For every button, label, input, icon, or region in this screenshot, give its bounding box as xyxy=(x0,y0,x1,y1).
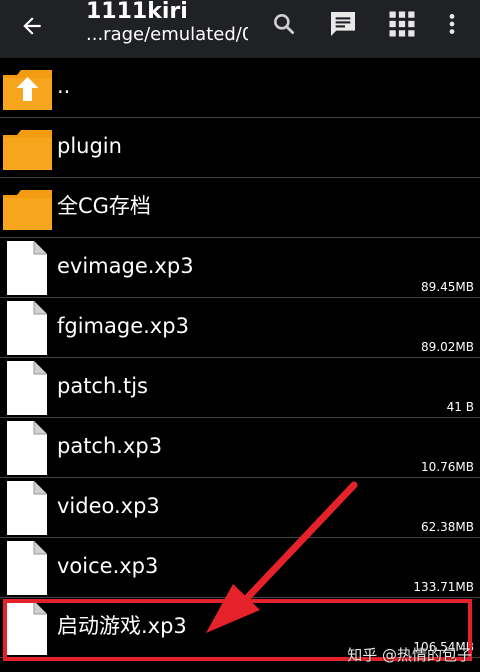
list-item-file[interactable]: video.xp3 62.38MB xyxy=(0,478,480,538)
current-path: ...rage/emulated/0 xyxy=(86,24,248,45)
file-size: 41 B xyxy=(446,400,474,414)
parent-folder-icon xyxy=(3,70,52,110)
folder-icon xyxy=(3,190,52,230)
file-size: 89.02MB xyxy=(421,340,474,354)
more-vertical-icon xyxy=(449,14,455,34)
file-name: plugin xyxy=(57,134,122,158)
file-size: 89.45MB xyxy=(421,280,474,294)
file-size: 62.38MB xyxy=(421,520,474,534)
search-icon xyxy=(274,14,295,35)
list-item-parent-folder[interactable]: .. xyxy=(0,58,480,118)
message-icon xyxy=(331,12,355,36)
list-item-file[interactable]: patch.xp3 10.76MB xyxy=(0,418,480,478)
grid-view-button[interactable] xyxy=(380,2,424,46)
list-item-file[interactable]: patch.tjs 41 B xyxy=(0,358,480,418)
app-bar: 1111kiri ...rage/emulated/0 xyxy=(0,0,480,58)
file-size: 133.71MB xyxy=(413,580,474,594)
file-name: voice.xp3 xyxy=(57,554,159,578)
file-name: video.xp3 xyxy=(57,494,160,518)
watermark: 知乎 @热情的包子 xyxy=(347,646,472,664)
grid-icon xyxy=(389,11,415,37)
folder-icon xyxy=(3,130,52,170)
message-button[interactable] xyxy=(321,2,365,46)
file-icon xyxy=(7,481,47,535)
app-title: 1111kiri xyxy=(86,0,188,24)
more-options-button[interactable] xyxy=(430,2,474,46)
list-item-file[interactable]: voice.xp3 133.71MB xyxy=(0,538,480,598)
file-name: patch.xp3 xyxy=(57,434,163,458)
file-name: .. xyxy=(57,74,71,98)
file-icon xyxy=(7,541,47,595)
list-item-folder[interactable]: 全CG存档 xyxy=(0,178,480,238)
file-icon xyxy=(7,421,47,475)
file-icon xyxy=(7,301,47,355)
file-name: patch.tjs xyxy=(57,374,148,398)
file-name: 全CG存档 xyxy=(57,194,151,218)
file-size: 10.76MB xyxy=(421,460,474,474)
file-icon xyxy=(7,241,47,295)
file-icon xyxy=(7,601,47,655)
file-name: fgimage.xp3 xyxy=(57,314,189,338)
file-name: 启动游戏.xp3 xyxy=(57,614,187,638)
list-item-file[interactable]: fgimage.xp3 89.02MB xyxy=(0,298,480,358)
file-name: evimage.xp3 xyxy=(57,254,194,278)
list-item-file[interactable]: evimage.xp3 89.45MB xyxy=(0,238,480,298)
arrow-left-icon xyxy=(23,17,41,35)
file-list: .. plugin 全CG存档 evimage.xp3 89.45MB fgim… xyxy=(0,58,480,658)
file-icon xyxy=(7,361,47,415)
list-item-folder[interactable]: plugin xyxy=(0,118,480,178)
back-button[interactable] xyxy=(10,4,54,48)
search-button[interactable] xyxy=(262,2,306,46)
